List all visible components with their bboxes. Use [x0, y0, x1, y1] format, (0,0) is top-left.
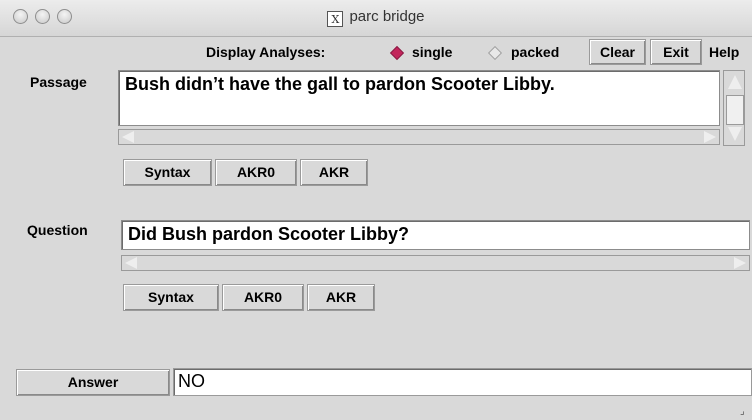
- clear-button[interactable]: Clear: [589, 39, 646, 65]
- passage-text-field[interactable]: Bush didn’t have the gall to pardon Scoo…: [118, 70, 720, 126]
- exit-button[interactable]: Exit: [650, 39, 702, 65]
- question-horizontal-scrollbar[interactable]: [121, 255, 750, 271]
- passage-akr0-button[interactable]: AKR0: [215, 159, 297, 186]
- answer-button[interactable]: Answer: [16, 369, 170, 396]
- display-analyses-label: Display Analyses:: [206, 44, 326, 60]
- scroll-thumb[interactable]: [726, 95, 744, 125]
- scroll-right-icon[interactable]: [704, 131, 716, 143]
- radio-packed-label[interactable]: packed: [511, 44, 559, 60]
- resize-grip-icon[interactable]: ⌟: [740, 406, 750, 418]
- radio-single-label[interactable]: single: [412, 44, 452, 60]
- scroll-up-icon[interactable]: [728, 75, 742, 89]
- question-akr0-button[interactable]: AKR0: [222, 284, 304, 311]
- window-title: Xparc bridge: [0, 8, 752, 27]
- radio-single-indicator[interactable]: [389, 45, 405, 61]
- question-text-field[interactable]: Did Bush pardon Scooter Libby?: [121, 220, 750, 250]
- passage-syntax-button[interactable]: Syntax: [123, 159, 212, 186]
- x11-icon: X: [327, 11, 344, 27]
- help-menu[interactable]: Help: [709, 44, 739, 60]
- window-title-text: parc bridge: [349, 8, 425, 25]
- window-titlebar: Xparc bridge: [0, 0, 752, 37]
- passage-text: Bush didn’t have the gall to pardon Scoo…: [125, 74, 555, 94]
- radio-packed-indicator[interactable]: [487, 45, 503, 61]
- question-text: Did Bush pardon Scooter Libby?: [128, 224, 410, 244]
- passage-akr-button[interactable]: AKR: [300, 159, 368, 186]
- scroll-left-icon[interactable]: [125, 257, 137, 269]
- scroll-down-icon[interactable]: [728, 127, 742, 141]
- passage-horizontal-scrollbar[interactable]: [118, 129, 720, 145]
- answer-field: NO: [173, 368, 752, 396]
- scroll-right-icon[interactable]: [734, 257, 746, 269]
- passage-label: Passage: [30, 74, 87, 90]
- question-label: Question: [27, 222, 88, 238]
- answer-value: NO: [178, 371, 205, 391]
- scroll-left-icon[interactable]: [122, 131, 134, 143]
- passage-vertical-scrollbar[interactable]: [723, 70, 745, 146]
- question-akr-button[interactable]: AKR: [307, 284, 375, 311]
- question-syntax-button[interactable]: Syntax: [123, 284, 219, 311]
